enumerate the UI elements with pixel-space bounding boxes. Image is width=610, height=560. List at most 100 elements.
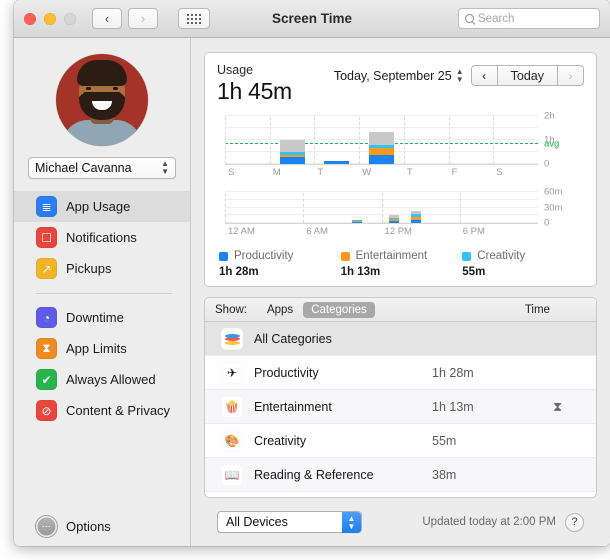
category-name: Creativity [254, 433, 307, 448]
show-tabs: Apps Categories [259, 301, 375, 318]
axis-separator [448, 117, 450, 164]
bar-segment [368, 132, 394, 145]
category-time: 1h 13m [432, 399, 474, 414]
table-row[interactable]: 🎨 Creativity 55m [205, 424, 596, 458]
usage-card-header: Usage 1h 45m Today, September 25 ▲ ▼ ‹ To… [217, 63, 584, 105]
tab-categories[interactable]: Categories [303, 301, 375, 318]
grid-dots-icon [187, 13, 201, 24]
categories-table: Show: Apps Categories Time Limits All Ca… [204, 297, 597, 498]
sidebar-item-app-limits[interactable]: ⧗ App Limits [14, 333, 190, 364]
checkmark-icon: ✔ [36, 369, 57, 390]
date-stepper[interactable]: Today, September 25 ▲ ▼ [334, 67, 464, 84]
sidebar-item-always-allowed[interactable]: ✔ Always Allowed [14, 364, 190, 395]
legend-label: Creativity [477, 250, 526, 262]
back-button[interactable]: ‹ [92, 8, 122, 29]
sidebar-item-notifications[interactable]: ☐ Notifications [14, 222, 190, 253]
axis-separator [303, 193, 305, 223]
book-icon: 📖 [221, 463, 243, 486]
show-all-preferences-icon[interactable] [178, 8, 210, 29]
search-icon [465, 14, 474, 23]
search-input[interactable]: Search [458, 8, 600, 29]
legend-label: Productivity [234, 250, 294, 262]
moon-clock-icon: ◔ [36, 307, 57, 328]
nav-buttons: ‹ › [92, 8, 210, 29]
sidebar-item-label: Downtime [66, 310, 124, 325]
x-axis-tick: S [496, 167, 503, 178]
chevron-updown-icon: ▲ ▼ [161, 159, 169, 176]
bell-badge-icon: ☐ [36, 227, 57, 248]
gridline [225, 191, 538, 192]
search-placeholder: Search [478, 12, 515, 25]
forward-button[interactable]: › [128, 8, 158, 29]
table-row[interactable]: ✈ Productivity 1h 28m [205, 356, 596, 390]
axis-separator [359, 117, 361, 164]
help-button[interactable]: ? [565, 512, 584, 532]
next-day-button[interactable]: › [558, 65, 584, 86]
bar-segment [368, 155, 394, 164]
sidebar-item-content-privacy[interactable]: ⊘ Content & Privacy [14, 395, 190, 426]
sidebar-item-downtime[interactable]: ◔ Downtime [14, 302, 190, 333]
tab-apps[interactable]: Apps [259, 302, 301, 318]
bar-segment [368, 148, 394, 156]
date-nav-segmented: ‹ Today › [470, 65, 584, 86]
user-select[interactable]: Michael Cavanna ▲ ▼ [28, 157, 176, 179]
legend-item: Productivity 1h 28m [219, 250, 341, 278]
hourglass-icon: ⧗ [36, 338, 57, 359]
sidebar: Michael Cavanna ▲ ▼ ≣ App Usage ☐ Notific… [14, 38, 191, 546]
axis-separator [269, 117, 271, 164]
axis-separator [225, 193, 226, 223]
table-row[interactable]: 🍿 Entertainment 1h 13m ⧗ [205, 390, 596, 424]
previous-day-button[interactable]: ‹ [470, 65, 497, 86]
user-name: Michael Cavanna [35, 161, 132, 175]
y-axis-tick: 0 [544, 217, 550, 229]
avatar-container [14, 38, 190, 146]
avatar [56, 54, 148, 146]
axis-separator [493, 117, 495, 164]
options-button[interactable]: ⋯ Options [14, 506, 190, 546]
table-body: All Categories ✈ Productivity 1h 28m 🍿 Entert… [205, 322, 596, 497]
sidebar-item-label: Pickups [66, 261, 112, 276]
window-titlebar: ‹ › Screen Time Search [14, 0, 610, 38]
usage-card: Usage 1h 45m Today, September 25 ▲ ▼ ‹ To… [204, 52, 597, 287]
traffic-lights [24, 12, 76, 25]
table-header: Show: Apps Categories Time Limits [205, 298, 596, 322]
x-axis-tick: 6 AM [306, 226, 328, 237]
x-axis-tick: 12 PM [384, 226, 412, 237]
legend-item: Creativity 55m [462, 250, 584, 278]
category-time: 55m [432, 433, 457, 448]
stacked-discs-icon [221, 327, 243, 350]
legend-swatch [340, 251, 350, 261]
x-axis-tick: F [451, 167, 458, 178]
layers-icon: ≣ [36, 196, 57, 217]
bar [324, 161, 350, 164]
gridline [225, 127, 538, 128]
table-row[interactable]: All Categories [205, 322, 596, 356]
minimize-button[interactable] [44, 12, 56, 25]
show-label: Show: [215, 303, 247, 316]
legend-value: 1h 13m [340, 266, 381, 278]
sidebar-item-pickups[interactable]: ↗ Pickups [14, 253, 190, 284]
category-time: 1h 28m [432, 365, 474, 380]
axis-separator [381, 193, 383, 223]
bar-segment [351, 221, 362, 223]
average-label: avg [544, 138, 560, 150]
no-entry-icon: ⊘ [36, 400, 57, 421]
device-filter-value: All Devices [226, 515, 288, 529]
axis-separator [459, 193, 461, 223]
today-button[interactable]: Today [496, 65, 558, 86]
pickups-icon: ↗ [36, 258, 57, 279]
table-row[interactable]: 📖 Reading & Reference 38m [205, 458, 596, 492]
sidebar-divider [36, 293, 172, 294]
x-axis-tick: 6 PM [462, 226, 485, 237]
weekly-plot-area: 0 1h 2h avg S M T W T F S [225, 111, 559, 178]
sidebar-item-label: App Usage [66, 199, 131, 214]
device-filter-select[interactable]: All Devices ▲ ▼ [217, 511, 362, 533]
hourglass-icon[interactable]: ⧗ [553, 399, 562, 415]
close-button[interactable] [24, 12, 36, 25]
weekly-usage-chart: 0 1h 2h avg S M T W T F S [217, 111, 584, 179]
sidebar-item-app-usage[interactable]: ≣ App Usage [14, 191, 190, 222]
sidebar-nav: ≣ App Usage ☐ Notifications ↗ Pickups ◔ … [14, 191, 190, 426]
y-axis-tick: 60m [544, 186, 563, 198]
zoom-button[interactable] [64, 12, 76, 25]
screen-time-window: ‹ › Screen Time Search Michael Cavanna ▲… [14, 0, 610, 546]
